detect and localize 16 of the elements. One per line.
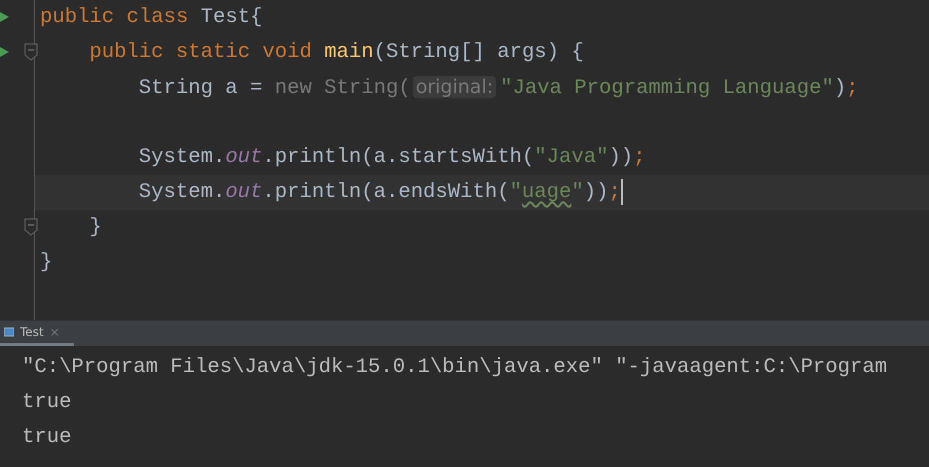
tab-label: Test <box>20 324 44 341</box>
code-line: public static void main(String[] args) { <box>88 40 585 66</box>
run-icon[interactable] <box>0 12 9 22</box>
code-line: } <box>39 250 54 276</box>
code-line: public class Test{ <box>39 5 264 31</box>
code-line: } <box>88 215 103 241</box>
console-tab[interactable]: Test × <box>0 321 74 346</box>
code-line: System.out.println(a.startsWith("Java")); <box>138 145 647 171</box>
console-output-line: true <box>22 390 72 416</box>
run-icon[interactable] <box>0 47 9 57</box>
fold-icon[interactable] <box>24 218 38 236</box>
console-output-line: "C:\Program Files\Java\jdk-15.0.1\bin\java.exe" "-javaagent:C:\Program <box>22 355 888 381</box>
console-output-line: true <box>22 425 72 451</box>
code-line: String a = new String( original: "Java Programming Language"); <box>138 75 860 102</box>
fold-icon[interactable] <box>24 43 38 61</box>
console-icon <box>4 327 14 337</box>
